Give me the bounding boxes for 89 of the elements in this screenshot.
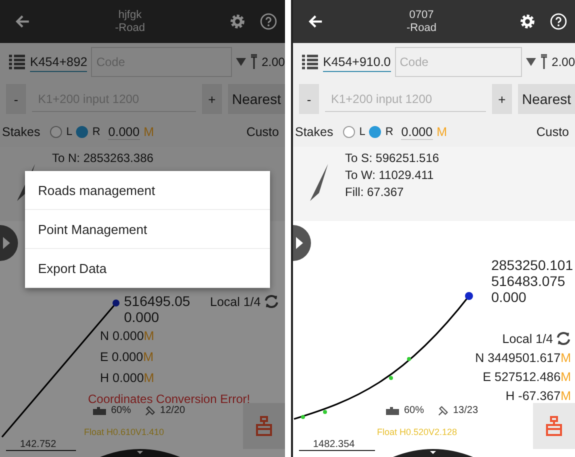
battery-icon [384,406,401,416]
list-icon[interactable] [300,54,319,70]
point-coordinate: 2853250.101 [491,257,573,273]
coordinate-value: H 0.000 [100,371,144,385]
expand-arrow-icon[interactable] [292,225,313,261]
point-coordinate: 0.000 [124,309,160,325]
scale-bar: 1482.354 [298,439,375,451]
coordinate-value: H -67.367 [506,389,561,403]
battery-level: 60% [111,405,132,416]
pole-icon [250,54,258,70]
nearest-button[interactable]: Nearest [228,84,285,114]
settings-icon[interactable] [518,13,536,30]
guidance-text: To S: 596251.516 [344,151,440,165]
side-radio[interactable] [369,126,382,138]
point-coordinate: 516495.05 [124,293,190,309]
help-icon[interactable] [550,13,567,30]
unit-label: M [560,370,571,384]
back-arrow-icon[interactable] [14,13,31,30]
stakes-dropdown[interactable]: Stakes [294,125,334,139]
station-field[interactable]: K454+910.0 [322,52,391,72]
screen-title: 0707 [409,8,434,22]
side-radio[interactable] [343,126,356,138]
side-label: L [359,126,366,138]
satellite-count: 12/20 [160,405,186,416]
plus-button[interactable]: + [202,84,222,114]
dropdown-arrow-icon[interactable] [236,58,246,66]
stakeout-icon [544,416,564,436]
custom-dropdown[interactable]: Custo [536,125,575,139]
pole-height: 2.00 [262,55,285,69]
side-radio[interactable] [76,126,88,138]
battery-level: 60% [404,405,424,416]
guidance-text: Fill: 67.367 [344,185,405,199]
point-coordinate: 0.000 [491,289,528,305]
unit-label: M [144,329,154,343]
side-radio[interactable] [50,126,62,138]
nearest-button[interactable]: Nearest [518,84,575,114]
point-coordinate: 516483.075 [491,273,566,289]
guidance-text: To W: 11029.411 [344,168,435,182]
satellite-icon [144,404,158,417]
battery-icon [92,406,108,416]
station-field[interactable]: K454+892 [30,52,88,72]
unit-label: M [143,350,154,364]
coordinate-system-label: Local 1/4 [210,294,261,308]
collapse-tab-icon[interactable] [392,447,473,457]
screen-title: hjfgk [118,8,142,22]
plus-button[interactable]: + [492,84,512,114]
coordinate-system-label: Local 1/4 [502,332,553,346]
pole-icon [540,54,548,70]
menu-item[interactable]: Roads management [25,171,270,210]
unit-label: M [560,389,571,403]
coordinate-value: N 0.000 [100,329,144,343]
unit-label: M [144,371,154,385]
screen-subtitle: -Road [406,22,436,34]
unit-label: M [144,125,154,139]
coordinate-value: N 3449501.617 [475,351,561,365]
back-arrow-icon[interactable] [306,13,324,30]
side-label: L [66,126,72,138]
list-icon[interactable] [8,54,26,70]
solution-status: Float H0.520V2.128 [376,427,458,437]
refresh-icon[interactable] [556,331,571,346]
dropdown-arrow-icon[interactable] [526,58,536,66]
unit-label: M [560,351,571,365]
guidance-text: To N: 2853263.386 [52,151,154,165]
coordinate-value: E 527512.486 [482,370,561,384]
refresh-icon[interactable] [264,294,279,309]
settings-icon[interactable] [228,13,246,30]
stakeout-icon [254,416,274,436]
menu-item[interactable]: Export Data [25,249,270,288]
error-message: Coordinates Conversion Error! [88,392,250,406]
offset-field[interactable]: 0.000 [108,124,140,140]
minus-button[interactable]: - [298,84,319,114]
unit-label: M [436,125,447,139]
satellite-count: 13/23 [453,405,478,416]
stakes-dropdown[interactable]: Stakes [2,125,40,139]
pole-height: 2.00 [552,55,575,69]
screen-subtitle: -Road [115,22,145,34]
satellite-icon [437,404,450,417]
help-icon[interactable] [260,13,277,30]
navigation-arrow-icon [308,163,329,203]
coordinate-value: E 0.000 [100,350,144,364]
menu-item[interactable]: Point Management [25,210,270,249]
side-label: R [92,126,100,138]
stakeout-button[interactable] [533,403,575,449]
custom-dropdown[interactable]: Custo [246,125,285,139]
minus-button[interactable]: - [6,84,26,114]
scale-bar: 142.752 [6,439,76,451]
side-label: R [385,126,394,138]
solution-status: Float H0.610V1.410 [84,427,164,437]
offset-field[interactable]: 0.000 [401,124,433,140]
